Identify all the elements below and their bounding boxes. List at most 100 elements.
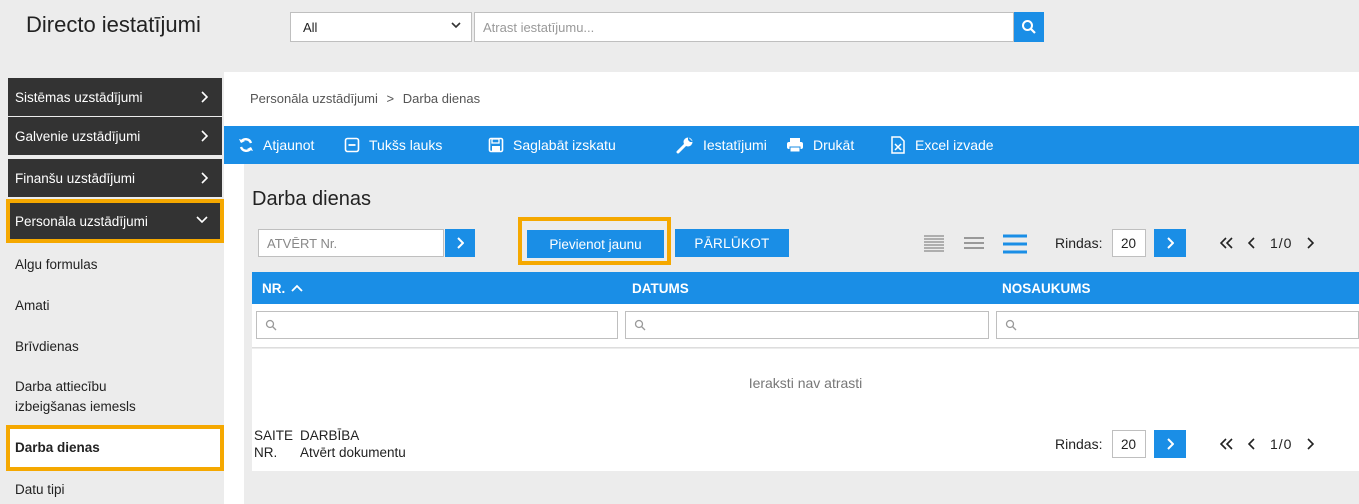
filter-datums-input[interactable] (625, 311, 989, 339)
previous-page-icon[interactable] (1248, 237, 1256, 249)
sidebar-item-label: Sistēmas uzstādījumi (15, 89, 143, 105)
rows-per-page-input[interactable]: 20 (1112, 229, 1146, 257)
top-bar: Directo iestatījumi All Atrast iestatīju… (0, 0, 1359, 72)
previous-page-icon[interactable] (1248, 438, 1256, 450)
page-indicator: 1/0 (1270, 436, 1293, 452)
print-icon (787, 138, 803, 153)
footer-action-column: DARBĪBA Atvērt dokumentu (300, 427, 406, 461)
footer-action-subtitle[interactable]: Atvērt dokumentu (300, 444, 406, 461)
table-footer: SAITE NR. DARBĪBA Atvērt dokumentu Rinda… (252, 419, 1359, 471)
rows-label: Rindas: (1055, 436, 1103, 452)
open-number-input[interactable]: ATVĒRT Nr. (258, 229, 444, 257)
density-medium-icon[interactable] (963, 233, 985, 255)
column-header-nr[interactable]: NR. (262, 272, 303, 304)
app-title: Directo iestatījumi (26, 12, 201, 37)
chevron-down-icon (451, 22, 461, 29)
sidebar-item-general-settings[interactable]: Galvenie uzstādījumi (8, 117, 222, 155)
refresh-button[interactable]: Atjaunot (238, 126, 314, 164)
next-page-icon[interactable] (1306, 438, 1315, 450)
chevron-right-icon (1167, 438, 1174, 450)
rows-per-page-input-bottom[interactable]: 20 (1112, 430, 1146, 458)
search-icon (1022, 20, 1036, 34)
sidebar-item-termination-reasons[interactable]: Darba attiecību izbeigšanas iemesls (8, 377, 178, 417)
sidebar-item-salary-formulas[interactable]: Algu formulas (8, 255, 222, 275)
chevron-right-icon (201, 91, 208, 103)
print-button[interactable]: Drukāt (786, 126, 854, 164)
breadcrumb-parent[interactable]: Personāla uzstādījumi (250, 91, 378, 106)
density-comfortable-icon[interactable] (1002, 233, 1028, 255)
sidebar-item-data-types[interactable]: Datu tipi (8, 480, 222, 500)
excel-export-button[interactable]: Excel izvade (890, 126, 994, 164)
refresh-label: Atjaunot (263, 137, 315, 153)
settings-button[interactable]: Iestatījumi (676, 126, 767, 164)
print-label: Drukāt (813, 137, 855, 153)
footer-link-column: SAITE NR. (254, 427, 293, 461)
empty-state-message: Ieraksti nav atrasti (748, 375, 863, 391)
save-view-label: Saglabāt izskatu (513, 137, 616, 153)
excel-export-label: Excel izvade (915, 137, 994, 153)
sidebar-item-finance-settings[interactable]: Finanšu uzstādījumi (8, 159, 222, 197)
wrench-icon (676, 137, 693, 154)
refresh-icon (239, 138, 253, 152)
sidebar-item-personnel-settings[interactable]: Personāla uzstādījumi (6, 199, 224, 243)
settings-search-input[interactable]: Atrast iestatījumu... (474, 12, 1014, 42)
empty-field-label: Tukšs lauks (369, 137, 443, 153)
sidebar-item-system-settings[interactable]: Sistēmas uzstādījumi (8, 78, 222, 116)
sidebar-item-label: Personāla uzstādījumi (15, 213, 148, 229)
settings-label: Iestatījumi (703, 137, 767, 153)
column-header-nosaukums[interactable]: NOSAUKUMS (1002, 272, 1091, 304)
filter-nosaukums-input[interactable] (996, 311, 1359, 339)
footer-action-title: DARBĪBA (300, 428, 360, 443)
search-button[interactable] (1014, 12, 1044, 42)
add-new-button[interactable]: Pievienot jaunu (527, 230, 664, 258)
chevron-down-icon (196, 216, 208, 223)
column-header-label: NR. (262, 280, 286, 296)
chevron-right-icon (201, 130, 208, 142)
breadcrumb-current: Darba dienas (402, 91, 481, 106)
toolbar: Atjaunot Tukšs lauks Saglabāt izskatu Ie… (224, 126, 1359, 164)
breadcrumb-separator: > (386, 91, 395, 106)
first-page-icon[interactable] (1220, 237, 1234, 249)
next-page-icon[interactable] (1306, 237, 1315, 249)
search-icon (634, 319, 646, 331)
sidebar: Sistēmas uzstādījumi Galvenie uzstādījum… (0, 72, 224, 504)
sidebar-item-label: Galvenie uzstādījumi (15, 128, 141, 144)
chevron-right-icon (1167, 237, 1174, 249)
column-header-datums[interactable]: DATUMS (632, 272, 689, 304)
sort-ascending-icon (291, 284, 303, 292)
empty-state-row: Ieraksti nav atrasti (252, 349, 1359, 419)
density-compact-icon[interactable] (923, 233, 945, 255)
open-number-button[interactable] (445, 229, 475, 257)
pager: 1/0 (1220, 235, 1315, 251)
page-title: Darba dienas (252, 188, 371, 210)
chevron-right-icon (201, 172, 208, 184)
search-icon (1005, 319, 1017, 331)
sidebar-item-positions[interactable]: Amati (8, 296, 222, 316)
first-page-icon[interactable] (1220, 438, 1234, 450)
sidebar-item-label: Finanšu uzstādījumi (15, 170, 136, 186)
pager-bottom: 1/0 (1220, 436, 1315, 452)
excel-file-icon (891, 136, 905, 154)
filter-nr-input[interactable] (256, 311, 618, 339)
filter-row (252, 304, 1359, 348)
list-panel: Darba dienas ATVĒRT Nr. Pievienot jaunu … (244, 164, 1359, 504)
table-header: NR. DATUMS NOSAUKUMS (252, 272, 1359, 304)
empty-field-button[interactable]: Tukšs lauks (344, 126, 442, 164)
minus-square-icon (344, 137, 360, 153)
rows-apply-button[interactable] (1154, 229, 1186, 257)
main-content: Personāla uzstādījumi > Darba dienas Atj… (224, 72, 1359, 504)
rows-label: Rindas: (1055, 235, 1103, 251)
save-icon (488, 137, 504, 153)
category-filter-select[interactable]: All (290, 12, 472, 42)
breadcrumb: Personāla uzstādījumi > Darba dienas (250, 91, 480, 106)
footer-link-subtitle: NR. (254, 445, 278, 460)
sidebar-item-work-days[interactable]: Darba dienas (6, 425, 224, 471)
footer-link-title: SAITE (254, 428, 294, 443)
browse-button[interactable]: PĀRLŪKOT (675, 229, 789, 257)
save-view-button[interactable]: Saglabāt izskatu (488, 126, 616, 164)
search-icon (265, 319, 277, 331)
page-indicator: 1/0 (1270, 235, 1293, 251)
category-filter-value: All (303, 19, 318, 35)
sidebar-item-holidays[interactable]: Brīvdienas (8, 337, 222, 357)
rows-apply-button-bottom[interactable] (1154, 430, 1186, 458)
